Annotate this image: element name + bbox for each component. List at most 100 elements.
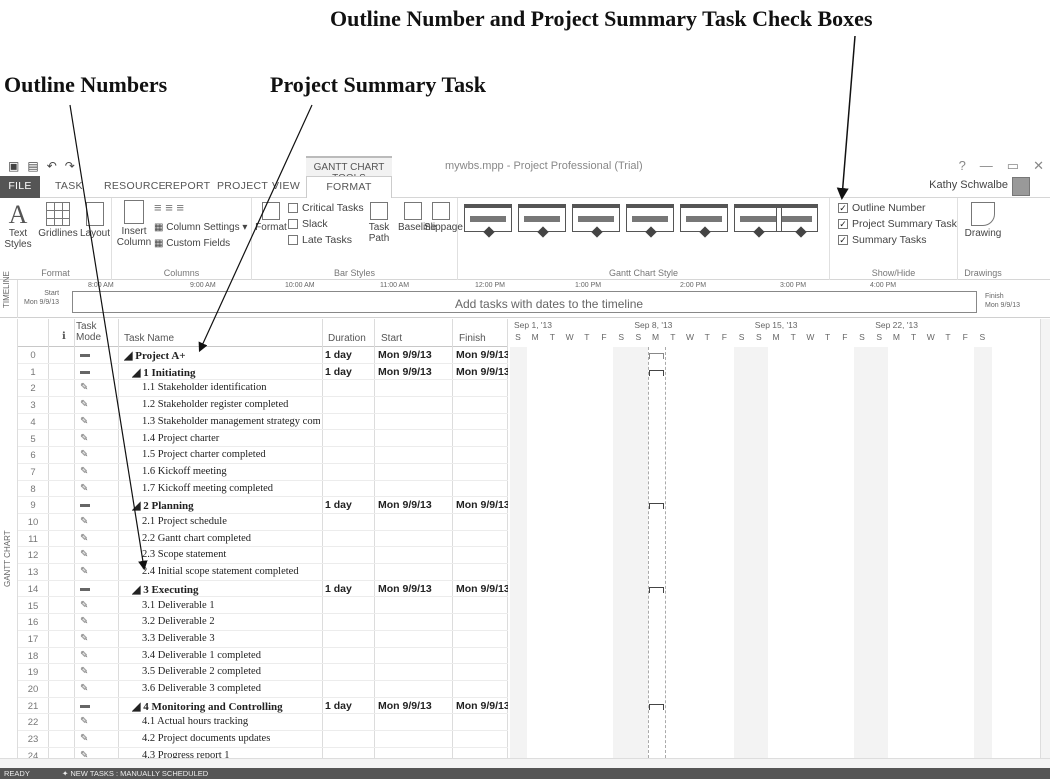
start-cell[interactable]: Mon 9/9/13: [378, 499, 454, 511]
tab-project[interactable]: PROJECT: [217, 180, 268, 192]
start-cell[interactable]: Mon 9/9/13: [378, 349, 454, 361]
table-row[interactable]: 1 ▬ ◢ 1 Initiating 1 day Mon 9/9/13 Mon 9/9/1…: [18, 364, 508, 381]
table-row[interactable]: 6 ✎ 1.5 Project charter completed: [18, 447, 508, 464]
summary-bar[interactable]: [648, 586, 664, 593]
task-name-cell[interactable]: 3.2 Deliverable 2: [142, 616, 320, 627]
user-name[interactable]: Kathy Schwalbe: [929, 179, 1008, 191]
tab-format[interactable]: FORMAT: [306, 176, 392, 198]
table-row[interactable]: 3 ✎ 1.2 Stakeholder register completed: [18, 397, 508, 414]
minimize-button[interactable]: —: [980, 158, 993, 174]
text-styles-button[interactable]: A Text Styles: [2, 202, 34, 251]
help-button[interactable]: ?: [959, 158, 966, 174]
gantt-style-4[interactable]: [626, 204, 674, 238]
table-row[interactable]: 11 ✎ 2.2 Gantt chart completed: [18, 531, 508, 548]
vertical-scrollbar[interactable]: [1040, 319, 1050, 758]
start-cell[interactable]: Mon 9/9/13: [378, 700, 454, 712]
table-row[interactable]: 8 ✎ 1.7 Kickoff meeting completed: [18, 481, 508, 498]
info-column-header[interactable]: ℹ: [62, 331, 66, 342]
align-icons[interactable]: ≡ ≡ ≡: [154, 201, 194, 214]
collapse-icon[interactable]: ◢: [132, 701, 143, 713]
duration-cell[interactable]: 1 day: [325, 583, 373, 595]
task-name-cell[interactable]: 1.7 Kickoff meeting completed: [142, 483, 320, 494]
horizontal-scrollbar[interactable]: [0, 758, 1050, 768]
summary-bar[interactable]: [648, 703, 664, 710]
table-row[interactable]: 7 ✎ 1.6 Kickoff meeting: [18, 464, 508, 481]
format-bar-button[interactable]: Format: [254, 202, 288, 233]
slippage-button[interactable]: Slippage: [424, 202, 463, 233]
tab-view[interactable]: VIEW: [272, 180, 300, 192]
task-name-cell[interactable]: 2.3 Scope statement: [142, 549, 320, 560]
task-name-cell[interactable]: 4.1 Actual hours tracking: [142, 716, 320, 727]
duration-cell[interactable]: 1 day: [325, 499, 373, 511]
redo-icon[interactable]: ↷: [65, 159, 75, 173]
table-row[interactable]: 12 ✎ 2.3 Scope statement: [18, 547, 508, 565]
task-name-cell[interactable]: ◢ 2 Planning: [132, 499, 320, 512]
summary-bar[interactable]: [648, 369, 664, 376]
table-row[interactable]: 15 ✎ 3.1 Deliverable 1: [18, 598, 508, 615]
task-name-cell[interactable]: 3.5 Deliverable 2 completed: [142, 666, 320, 677]
table-row[interactable]: 21 ▬ ◢ 4 Monitoring and Controlling 1 day Mo…: [18, 698, 508, 715]
task-name-cell[interactable]: 3.3 Deliverable 3: [142, 633, 320, 644]
task-path-button[interactable]: Task Path: [362, 202, 396, 244]
tab-resource[interactable]: RESOURCE: [104, 180, 166, 192]
duration-column-header[interactable]: Duration: [328, 333, 366, 344]
table-row[interactable]: 23 ✎ 4.2 Project documents updates: [18, 731, 508, 748]
gantt-style-2[interactable]: [518, 204, 566, 238]
duration-cell[interactable]: 1 day: [325, 349, 373, 361]
save-icon[interactable]: ▤: [27, 159, 38, 173]
avatar[interactable]: [1012, 177, 1030, 196]
table-row[interactable]: 16 ✎ 3.2 Deliverable 2: [18, 614, 508, 631]
collapse-icon[interactable]: ◢: [132, 367, 143, 379]
task-name-cell[interactable]: 1.4 Project charter: [142, 433, 320, 444]
drawing-button[interactable]: Drawing: [962, 202, 1004, 239]
table-row[interactable]: 0 ▬ ◢ Project A+ 1 day Mon 9/9/13 Mon 9/9/13: [18, 347, 508, 364]
gantt-style-3[interactable]: [572, 204, 620, 238]
finish-cell[interactable]: Mon 9/9/13: [456, 499, 508, 511]
finish-cell[interactable]: Mon 9/9/13: [456, 349, 508, 361]
duration-cell[interactable]: 1 day: [325, 366, 373, 378]
outline-number-checkbox[interactable]: ✓ Outline Number: [838, 202, 926, 214]
table-row[interactable]: 22 ✎ 4.1 Actual hours tracking: [18, 714, 508, 732]
column-settings-button[interactable]: ▦ Column Settings ▾: [154, 222, 249, 233]
start-cell[interactable]: Mon 9/9/13: [378, 583, 454, 595]
custom-fields-button[interactable]: ▦ Custom Fields: [154, 238, 249, 249]
task-name-cell[interactable]: 2.4 Initial scope statement completed: [142, 566, 320, 577]
collapse-icon[interactable]: ◢: [124, 350, 135, 362]
task-name-cell[interactable]: 1.2 Stakeholder register completed: [142, 399, 320, 410]
gantt-style-6[interactable]: [734, 204, 782, 238]
gantt-style-7[interactable]: [776, 204, 818, 238]
slack-checkbox[interactable]: Slack: [288, 218, 328, 230]
task-name-cell[interactable]: 4.2 Project documents updates: [142, 733, 320, 744]
insert-column-button[interactable]: Insert Column: [116, 200, 152, 248]
task-name-cell[interactable]: ◢ Project A+: [124, 349, 320, 362]
summary-tasks-checkbox[interactable]: ✓ Summary Tasks: [838, 234, 927, 246]
collapse-icon[interactable]: ◢: [132, 584, 143, 596]
gantt-style-5[interactable]: [680, 204, 728, 238]
task-name-cell[interactable]: 1.6 Kickoff meeting: [142, 466, 320, 477]
collapse-icon[interactable]: ◢: [132, 500, 143, 512]
table-row[interactable]: 18 ✎ 3.4 Deliverable 1 completed: [18, 648, 508, 665]
table-row[interactable]: 9 ▬ ◢ 2 Planning 1 day Mon 9/9/13 Mon 9/9/13: [18, 497, 508, 514]
table-row[interactable]: 2 ✎ 1.1 Stakeholder identification: [18, 380, 508, 398]
finish-cell[interactable]: Mon 9/9/13: [456, 700, 508, 712]
summary-bar[interactable]: [648, 503, 664, 510]
undo-icon[interactable]: ↶: [47, 159, 57, 173]
tab-report[interactable]: REPORT: [165, 180, 210, 192]
close-button[interactable]: ✕: [1033, 158, 1044, 174]
task-name-cell[interactable]: ◢ 1 Initiating: [132, 366, 320, 379]
project-summary-task-checkbox[interactable]: ✓ Project Summary Task: [838, 218, 957, 230]
table-row[interactable]: 4 ✎ 1.3 Stakeholder management strategy co…: [18, 414, 508, 431]
status-new-tasks[interactable]: ✦ NEW TASKS : MANUALLY SCHEDULED: [62, 769, 208, 778]
table-row[interactable]: 14 ▬ ◢ 3 Executing 1 day Mon 9/9/13 Mon 9/9/1…: [18, 581, 508, 598]
finish-cell[interactable]: Mon 9/9/13: [456, 366, 508, 378]
tab-file[interactable]: FILE: [0, 176, 40, 198]
tab-task[interactable]: TASK: [55, 180, 83, 192]
task-name-cell[interactable]: 1.3 Stakeholder management strategy comp…: [142, 416, 320, 427]
task-name-column-header[interactable]: Task Name: [124, 333, 174, 344]
start-cell[interactable]: Mon 9/9/13: [378, 366, 454, 378]
finish-column-header[interactable]: Finish: [459, 333, 486, 344]
task-name-cell[interactable]: 2.2 Gantt chart completed: [142, 533, 320, 544]
table-row[interactable]: 19 ✎ 3.5 Deliverable 2 completed: [18, 664, 508, 681]
table-row[interactable]: 17 ✎ 3.3 Deliverable 3: [18, 631, 508, 648]
task-mode-column-header[interactable]: Task Mode: [76, 321, 116, 343]
